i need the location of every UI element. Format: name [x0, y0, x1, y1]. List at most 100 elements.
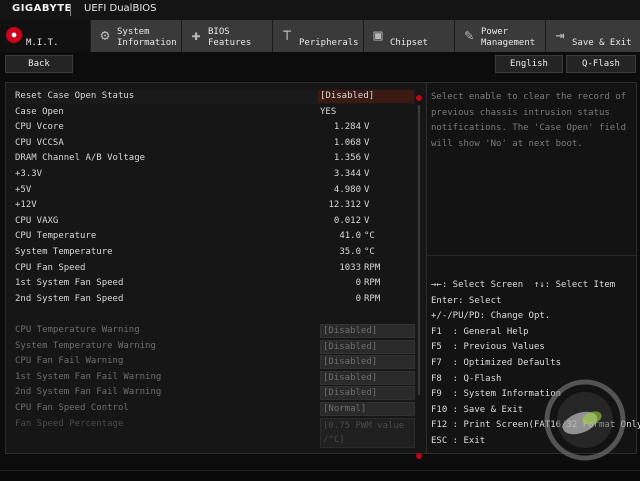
- bottom-bar: [0, 470, 640, 481]
- setting-row-3v3: +3.3V 3.344 V: [15, 167, 415, 182]
- setting-label: System Temperature: [15, 247, 113, 257]
- setting-label: CPU Fan Fail Warning: [15, 356, 124, 367]
- key-hint: →←: Select Screen ↑↓: Select Item: [431, 280, 616, 290]
- brand-divider: [70, 4, 71, 16]
- back-button[interactable]: Back: [5, 55, 73, 73]
- scroll-track-line: [418, 105, 420, 395]
- setting-label: +3.3V: [15, 169, 43, 179]
- tab-bar: ● M.I.T. ⚙ System Information ✚ BIOS Fea…: [0, 20, 640, 52]
- setting-row-cpu-fan-speed-control[interactable]: CPU Fan Speed Control [Normal]: [15, 401, 415, 416]
- setting-value: YES: [320, 106, 337, 117]
- watermark-logo: [544, 379, 626, 461]
- setting-label: CPU Temperature Warning: [15, 325, 140, 335]
- setting-value: 35.0: [339, 247, 361, 257]
- bios-title: UEFI DualBIOS: [84, 3, 157, 14]
- setting-unit: RPM: [364, 293, 381, 304]
- setting-label: CPU Temperature: [15, 231, 97, 242]
- setting-label: 2nd System Fan Speed: [15, 293, 124, 304]
- bios-features-icon: ✚: [191, 26, 201, 44]
- tab-peripherals[interactable]: ⊤ Peripherals: [273, 20, 364, 52]
- help-description: Select enable to clear the record of pre…: [431, 92, 632, 149]
- tab-system-information[interactable]: ⚙ System Information: [91, 20, 182, 52]
- tab-bios-features[interactable]: ✚ BIOS Features: [182, 20, 273, 52]
- setting-row-cpu-temperature: CPU Temperature 41.0 °C: [15, 229, 415, 244]
- help-divider: [427, 255, 636, 256]
- tab-save-exit[interactable]: ⇥ Save & Exit: [546, 20, 640, 52]
- scroll-up-indicator[interactable]: [416, 95, 422, 101]
- setting-label: Fan Speed Percentage: [15, 418, 124, 429]
- tab-mit[interactable]: ● M.I.T.: [0, 20, 91, 52]
- tab-label: Save & Exit: [572, 38, 632, 48]
- setting-row-1st-system-fan-speed: 1st System Fan Speed 0 RPM: [15, 276, 415, 291]
- setting-label: 1st System Fan Fail Warning: [15, 371, 162, 382]
- setting-unit: RPM: [364, 262, 381, 273]
- brand-logo: GIGABYTE: [12, 3, 72, 14]
- setting-unit: V: [364, 153, 370, 164]
- key-hint: F1 : General Help: [431, 326, 529, 337]
- setting-value[interactable]: [Disabled]: [320, 355, 415, 370]
- setting-value: 1.356: [333, 153, 361, 164]
- tab-label: Peripherals: [299, 38, 359, 48]
- setting-unit: V: [364, 169, 370, 179]
- setting-value[interactable]: [Disabled]: [320, 370, 415, 385]
- setting-unit: V: [364, 122, 370, 133]
- setting-label: CPU VAXG: [15, 215, 59, 226]
- key-hint: F5 : Previous Values: [431, 342, 545, 353]
- language-button[interactable]: English: [495, 55, 563, 73]
- tab-power-management[interactable]: ✎ Power Management: [455, 20, 546, 52]
- setting-row-cpu-vaxg: CPU VAXG 0.012 V: [15, 214, 415, 229]
- setting-row-reset-case-open-status[interactable]: Reset Case Open Status [Disabled]: [15, 89, 415, 104]
- setting-unit: RPM: [364, 278, 381, 289]
- key-hint: Enter: Select: [431, 295, 502, 306]
- chipset-icon: ▣: [373, 26, 383, 44]
- setting-value: 0: [355, 278, 361, 289]
- setting-value[interactable]: [Disabled]: [320, 89, 374, 104]
- setting-label: CPU Fan Speed: [15, 262, 86, 273]
- tab-label: Power Management: [481, 27, 536, 48]
- setting-value[interactable]: [Disabled]: [320, 324, 415, 338]
- setting-row-cpu-fan-fail-warning[interactable]: CPU Fan Fail Warning [Disabled]: [15, 354, 415, 370]
- setting-value: 0: [355, 293, 361, 304]
- setting-row-cpu-temperature-warning[interactable]: CPU Temperature Warning [Disabled]: [15, 323, 415, 338]
- setting-row-12v: +12V 12.312 V: [15, 198, 415, 213]
- tab-chipset[interactable]: ▣ Chipset: [364, 20, 455, 52]
- setting-row-1st-system-fan-fail-warning[interactable]: 1st System Fan Fail Warning [Disabled]: [15, 370, 415, 385]
- setting-label: +12V: [15, 200, 37, 211]
- setting-label: 2nd System Fan Fail Warning: [15, 387, 162, 398]
- setting-value[interactable]: [Normal]: [320, 402, 415, 416]
- settings-panel: Reset Case Open Status [Disabled] Case O…: [5, 82, 428, 459]
- setting-value: 1033: [339, 262, 361, 273]
- setting-row-system-temperature-warning[interactable]: System Temperature Warning [Disabled]: [15, 339, 415, 354]
- setting-value[interactable]: [Disabled]: [320, 386, 415, 401]
- key-hint: +/-/PU/PD: Change Opt.: [431, 311, 551, 322]
- setting-value: 1.284: [333, 122, 361, 133]
- setting-value: 3.344: [333, 169, 361, 179]
- setting-value[interactable]: [Disabled]: [320, 339, 415, 354]
- setting-unit: °C: [364, 247, 375, 257]
- setting-label: System Temperature Warning: [15, 340, 156, 351]
- gear-icon: ⚙: [100, 26, 110, 44]
- setting-label: DRAM Channel A/B Voltage: [15, 153, 146, 164]
- setting-value: [0.75 PWM value /°C]: [320, 417, 415, 448]
- mit-icon: ●: [6, 27, 22, 43]
- setting-label: CPU VCCSA: [15, 137, 64, 148]
- setting-row-cpu-vccsa: CPU VCCSA 1.068 V: [15, 136, 415, 151]
- tab-label: System Information: [117, 27, 177, 48]
- setting-row-system-temperature: System Temperature 35.0 °C: [15, 245, 415, 260]
- qflash-button[interactable]: Q-Flash: [566, 55, 636, 73]
- scroll-down-indicator[interactable]: [416, 453, 422, 459]
- setting-row-5v: +5V 4.980 V: [15, 183, 415, 198]
- setting-label: CPU Vcore: [15, 122, 64, 133]
- setting-label: +5V: [15, 184, 32, 195]
- setting-row-2nd-system-fan-fail-warning[interactable]: 2nd System Fan Fail Warning [Disabled]: [15, 385, 415, 401]
- setting-label: CPU Fan Speed Control: [15, 403, 129, 413]
- setting-value: 0.012: [333, 215, 361, 226]
- setting-unit: V: [364, 184, 370, 195]
- setting-row-fan-speed-percentage: Fan Speed Percentage [0.75 PWM value /°C…: [15, 417, 415, 448]
- scrollbar[interactable]: [416, 91, 422, 459]
- setting-row-2nd-system-fan-speed: 2nd System Fan Speed 0 RPM: [15, 292, 415, 307]
- tab-label: M.I.T.: [26, 38, 59, 48]
- exit-icon: ⇥: [555, 26, 565, 44]
- tab-label: Chipset: [390, 38, 428, 48]
- setting-unit: V: [364, 200, 370, 211]
